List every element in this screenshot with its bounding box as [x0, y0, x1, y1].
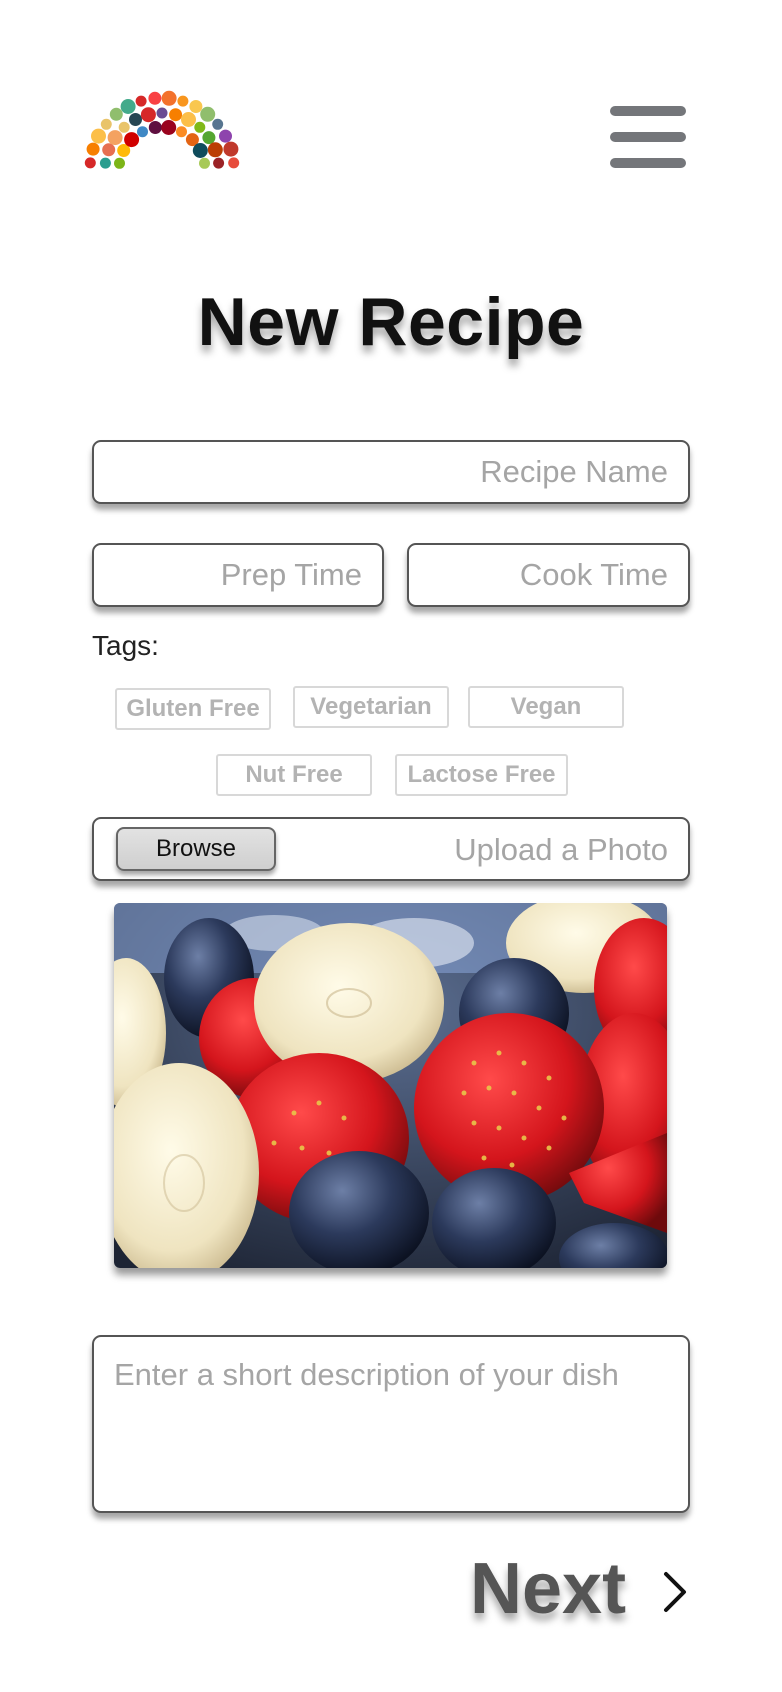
tag-vegan[interactable]: Vegan: [468, 686, 624, 728]
next-label: Next: [470, 1549, 627, 1629]
browse-button[interactable]: Browse: [116, 827, 276, 871]
fruit-rainbow-logo-icon[interactable]: [80, 80, 245, 180]
photo-upload-field[interactable]: Browse Upload a Photo: [92, 817, 690, 881]
cook-time-input[interactable]: [407, 543, 690, 607]
description-textarea[interactable]: [92, 1335, 690, 1513]
tag-nut-free[interactable]: Nut Free: [216, 754, 372, 796]
menu-bar: [610, 106, 686, 116]
tag-vegetarian[interactable]: Vegetarian: [293, 686, 449, 728]
recipe-name-input[interactable]: [92, 440, 690, 504]
upload-photo-label: Upload a Photo: [454, 832, 668, 867]
fruit-photo: [114, 903, 667, 1268]
menu-bar: [610, 132, 686, 142]
tags-label: Tags:: [92, 630, 159, 661]
tag-gluten-free[interactable]: Gluten Free: [115, 688, 271, 730]
hamburger-menu-icon[interactable]: [610, 106, 686, 168]
next-button[interactable]: Next: [470, 1548, 695, 1638]
page-title: New Recipe: [197, 284, 585, 360]
tag-lactose-free[interactable]: Lactose Free: [395, 754, 568, 796]
prep-time-input[interactable]: [92, 543, 384, 607]
menu-bar: [610, 158, 686, 168]
chevron-right-icon: [664, 1572, 686, 1612]
